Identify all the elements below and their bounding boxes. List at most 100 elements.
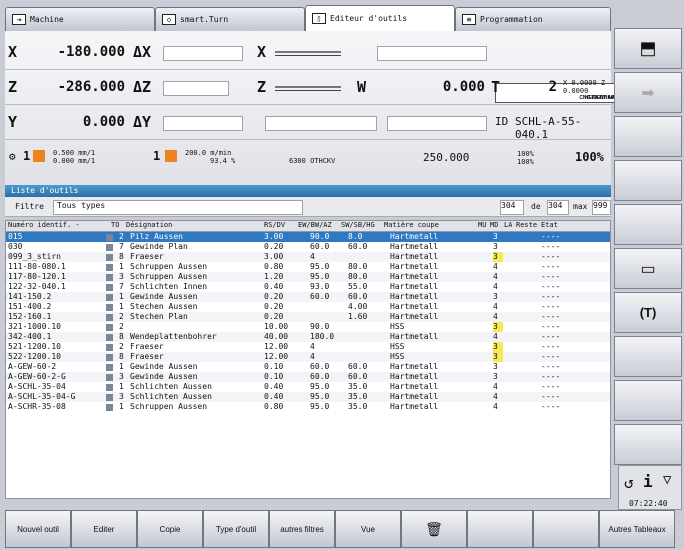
- delta-y-field: [163, 116, 243, 131]
- edit-button[interactable]: Editer: [71, 510, 137, 548]
- cell-sw: 80.0: [348, 262, 368, 271]
- view-button[interactable]: Vue: [335, 510, 401, 548]
- triangle-down-icon[interactable]: ▽: [663, 472, 671, 488]
- tab-tool-editor[interactable]: ▯ Editeur d'outils: [305, 5, 455, 31]
- of-label: de: [531, 202, 541, 211]
- cell-to: 1: [119, 292, 124, 301]
- softkey-10[interactable]: [614, 424, 682, 465]
- other-tables-button[interactable]: Autres Tableaux: [599, 510, 675, 548]
- cell-etat: ----: [541, 402, 561, 411]
- cell-md: 4: [493, 262, 498, 271]
- col-material[interactable]: Matière coupe: [384, 221, 439, 229]
- cell-rs: 0.40: [264, 382, 284, 391]
- cell-to: 2: [119, 312, 124, 321]
- cell-name: Schlichten Aussen: [130, 392, 212, 401]
- table-row[interactable]: A-GEW-60-2-G 3 Gewinde Aussen 0.10 60.0 60.0 H…: [6, 372, 610, 382]
- cell-rs: 0.10: [264, 362, 284, 371]
- table-row[interactable]: 151-400.2 1 Stechen Aussen 0.20 4.00 Hartmeta…: [6, 302, 610, 312]
- table-row[interactable]: A-SCHL-35-04-G 3 Schlichten Aussen 0.40 95.0…: [6, 392, 610, 402]
- cell-sw: 60.0: [348, 292, 368, 301]
- tool-type-icon: [106, 334, 113, 341]
- col-md[interactable]: MD: [490, 221, 498, 229]
- filter-bar: Filtre Tous types 304 de 304 max 999: [5, 197, 611, 217]
- table-row[interactable]: A-GEW-60-2 1 Gewinde Aussen 0.10 60.0 60.0 Har…: [6, 362, 610, 372]
- new-tool-button[interactable]: Nouvel outil: [5, 510, 71, 548]
- table-row[interactable]: 099_3_stirn 8 Fraeser 3.00 4 Hartmetall 3 ----: [6, 252, 610, 262]
- table-row[interactable]: 321-1000.10 2 10.00 90.0 HSS 3 ----: [6, 322, 610, 332]
- cell-name: Gewinde Aussen: [130, 292, 198, 301]
- tool-t-softkey[interactable]: (T): [614, 292, 682, 333]
- tool-view-softkey[interactable]: ▭: [614, 248, 682, 289]
- status-box: ↺ i ▽ 07:22:40: [618, 465, 682, 510]
- feed-1: 0.500 mm/1: [53, 149, 96, 157]
- feed-override: 100%: [517, 150, 534, 158]
- col-rs[interactable]: RS/DV: [264, 221, 285, 229]
- col-to[interactable]: TO: [111, 221, 119, 229]
- softkey-empty-1[interactable]: [467, 510, 533, 548]
- col-etat[interactable]: Etat: [541, 221, 558, 229]
- cell-rs: 0.40: [264, 392, 284, 401]
- col-name[interactable]: Désignation: [126, 221, 172, 229]
- table-row[interactable]: A-SCHR-35-08 1 Schruppen Aussen 0.80 95.0 35.…: [6, 402, 610, 412]
- cell-md: 3: [493, 342, 503, 352]
- softkey-4[interactable]: [614, 160, 682, 201]
- table-row[interactable]: 117-80-120.1 3 Schruppen Aussen 1.20 95.0 80.…: [6, 272, 610, 282]
- cell-id: A-SCHL-35-04-G: [8, 392, 76, 401]
- softkey-empty-2[interactable]: [533, 510, 599, 548]
- softkey-5[interactable]: [614, 204, 682, 245]
- table-row[interactable]: 521-1200.10 2 Fraeser 12.00 4 HSS 3 ----: [6, 342, 610, 352]
- col-reste[interactable]: Reste: [516, 221, 537, 229]
- table-row[interactable]: A-SCHL-35-04 1 Schlichten Aussen 0.40 95.0 35…: [6, 382, 610, 392]
- cell-ew: 4: [310, 252, 315, 261]
- max-label: max: [573, 202, 588, 211]
- y-row: Y 0.000 ΔY ID SCHL-A-55-040.1: [5, 105, 611, 141]
- col-mu[interactable]: MU: [478, 221, 486, 229]
- cell-md: 3: [493, 362, 498, 371]
- col-id[interactable]: Numéro identif. -: [8, 221, 80, 229]
- cell-ew: 93.0: [310, 282, 330, 291]
- cell-sw: 60.0: [348, 362, 368, 371]
- table-row[interactable]: 111-80-080.1 1 Schruppen Aussen 0.80 95.0 80.…: [6, 262, 610, 272]
- cell-to: 1: [119, 302, 124, 311]
- info-icon[interactable]: i: [643, 472, 653, 491]
- cell-etat: ----: [541, 292, 561, 301]
- cell-sw: 35.0: [348, 392, 368, 401]
- cell-rs: 0.20: [264, 302, 284, 311]
- cell-name: Schruppen Aussen: [130, 402, 208, 411]
- col-la[interactable]: LA: [504, 221, 512, 229]
- refresh-icon[interactable]: ↺: [624, 473, 634, 492]
- tool-type-button[interactable]: Type d'outil: [203, 510, 269, 548]
- table-row[interactable]: 342-400.1 8 Wendeplattenbohrer 40.00 180.0 Ha…: [6, 332, 610, 342]
- cell-md: 3: [493, 232, 498, 241]
- cell-ew: 60.0: [310, 292, 330, 301]
- t-offsets: X 0.0000 Z 0.0000: [563, 79, 606, 95]
- table-row[interactable]: 122-32-040.1 7 Schlichten Innen 0.40 93.0 55.…: [6, 282, 610, 292]
- t-value: 2: [548, 79, 557, 95]
- table-row[interactable]: 015 2 Pilz Aussen 3.00 90.0 8.0 Hartmetall 3 ---…: [6, 232, 610, 242]
- machine-view-softkey[interactable]: ⬒: [614, 28, 682, 69]
- table-row[interactable]: 030 7 Gewinde Plan 0.20 60.0 60.0 Hartmetall 3 -…: [6, 242, 610, 252]
- softkey-3[interactable]: [614, 116, 682, 157]
- tab-label: Programmation: [480, 15, 543, 24]
- cell-id: A-SCHL-35-04: [8, 382, 66, 391]
- tab-programming[interactable]: ≡ Programmation: [455, 7, 611, 31]
- softkey-9[interactable]: [614, 380, 682, 421]
- cell-mat: Hartmetall: [390, 332, 439, 341]
- softkey-8[interactable]: [614, 336, 682, 377]
- delete-tool-button[interactable]: 🗑: [401, 510, 467, 548]
- cell-name: Stechen Aussen: [130, 302, 198, 311]
- other-filters-button[interactable]: autres filtres: [269, 510, 335, 548]
- table-row[interactable]: 522-1200.10 8 Fraeser 12.00 4 HSS 3 ----: [6, 352, 610, 362]
- table-row[interactable]: 152-160.1 2 Stechen Plan 0.20 1.60 Hartmetall…: [6, 312, 610, 322]
- table-row[interactable]: 141-150.2 1 Gewinde Aussen 0.20 60.0 60.0 Hart…: [6, 292, 610, 302]
- col-ew[interactable]: EW/BW/AZ: [298, 221, 332, 229]
- cell-name: Fraeser: [130, 352, 164, 361]
- forward-softkey[interactable]: ➡: [614, 72, 682, 113]
- copy-button[interactable]: Copie: [137, 510, 203, 548]
- cell-mat: Hartmetall: [390, 302, 439, 311]
- col-sw[interactable]: SW/SB/HG: [341, 221, 375, 229]
- tab-smart-turn[interactable]: ◇ smart.Turn: [155, 7, 305, 31]
- tab-machine[interactable]: ⇥ Machine: [5, 7, 155, 31]
- filter-select[interactable]: Tous types: [53, 200, 303, 215]
- cell-md: 4: [493, 312, 498, 321]
